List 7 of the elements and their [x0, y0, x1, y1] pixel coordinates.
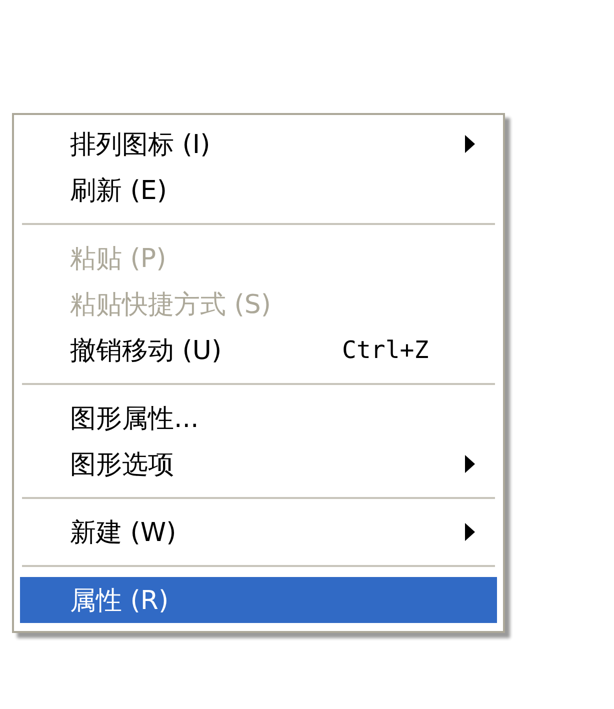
menu-item[interactable]: 属性 (R)	[20, 577, 497, 623]
menu-item[interactable]: 撤销移动 (U) Ctrl+Z	[20, 327, 497, 373]
menu-item[interactable]: 图形选项	[20, 441, 497, 487]
menu-item[interactable]: 图形属性...	[20, 395, 497, 441]
menu-item[interactable]: 新建 (W)	[20, 509, 497, 555]
menu-item[interactable]: 刷新 (E)	[20, 167, 497, 213]
menu-item[interactable]: 排列图标 (I)	[20, 121, 497, 167]
